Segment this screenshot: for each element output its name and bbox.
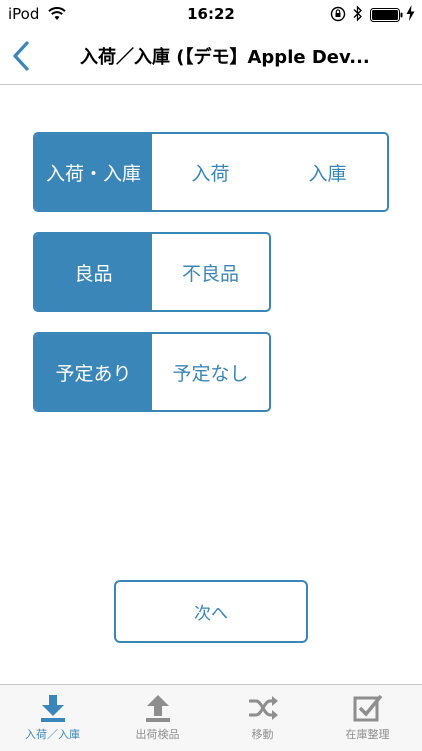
segment-receive[interactable]: 入荷 bbox=[152, 134, 269, 210]
tab-label: 在庫整理 bbox=[345, 728, 390, 741]
status-bar: iPod 16:22 bbox=[0, 0, 422, 28]
tab-move[interactable]: 移動 bbox=[210, 685, 315, 751]
shuffle-icon bbox=[248, 696, 278, 720]
segment-unscheduled[interactable]: 予定なし bbox=[152, 334, 269, 410]
segment-good-item[interactable]: 良品 bbox=[35, 234, 152, 310]
tab-inventory[interactable]: 在庫整理 bbox=[315, 685, 420, 751]
segment-defective-item[interactable]: 不良品 bbox=[152, 234, 269, 310]
bluetooth-icon bbox=[353, 5, 363, 26]
page-title: 入荷／入庫 (【デモ】Apple Dev... bbox=[80, 47, 370, 68]
tab-shipping-inspection[interactable]: 出荷検品 bbox=[105, 685, 210, 751]
type-segmented-control: 入荷・入庫 入荷 入庫 bbox=[33, 132, 389, 212]
segment-receive-and-stock[interactable]: 入荷・入庫 bbox=[35, 134, 152, 210]
segment-stock[interactable]: 入庫 bbox=[269, 134, 386, 210]
tab-label: 出荷検品 bbox=[135, 728, 180, 741]
checkbox-icon bbox=[353, 694, 382, 722]
tab-label: 移動 bbox=[251, 728, 274, 741]
tab-receiving[interactable]: 入荷／入庫 bbox=[0, 685, 105, 751]
download-icon bbox=[40, 695, 65, 722]
navigation-bar: 入荷／入庫 (【デモ】Apple Dev... bbox=[0, 28, 422, 85]
charging-icon bbox=[406, 5, 415, 25]
upload-icon bbox=[145, 695, 170, 722]
next-button[interactable]: 次へ bbox=[114, 580, 308, 643]
segment-scheduled[interactable]: 予定あり bbox=[35, 334, 152, 410]
chevron-left-icon bbox=[13, 41, 29, 71]
back-button[interactable] bbox=[8, 40, 36, 72]
schedule-segmented-control: 予定あり 予定なし bbox=[33, 332, 271, 412]
quality-segmented-control: 良品 不良品 bbox=[33, 232, 271, 312]
battery-icon bbox=[370, 7, 404, 26]
tab-bar: 入荷／入庫 出荷検品 移動 在庫整理 bbox=[0, 684, 422, 751]
rotation-lock-icon bbox=[330, 6, 346, 26]
tab-label: 入荷／入庫 bbox=[25, 728, 80, 741]
